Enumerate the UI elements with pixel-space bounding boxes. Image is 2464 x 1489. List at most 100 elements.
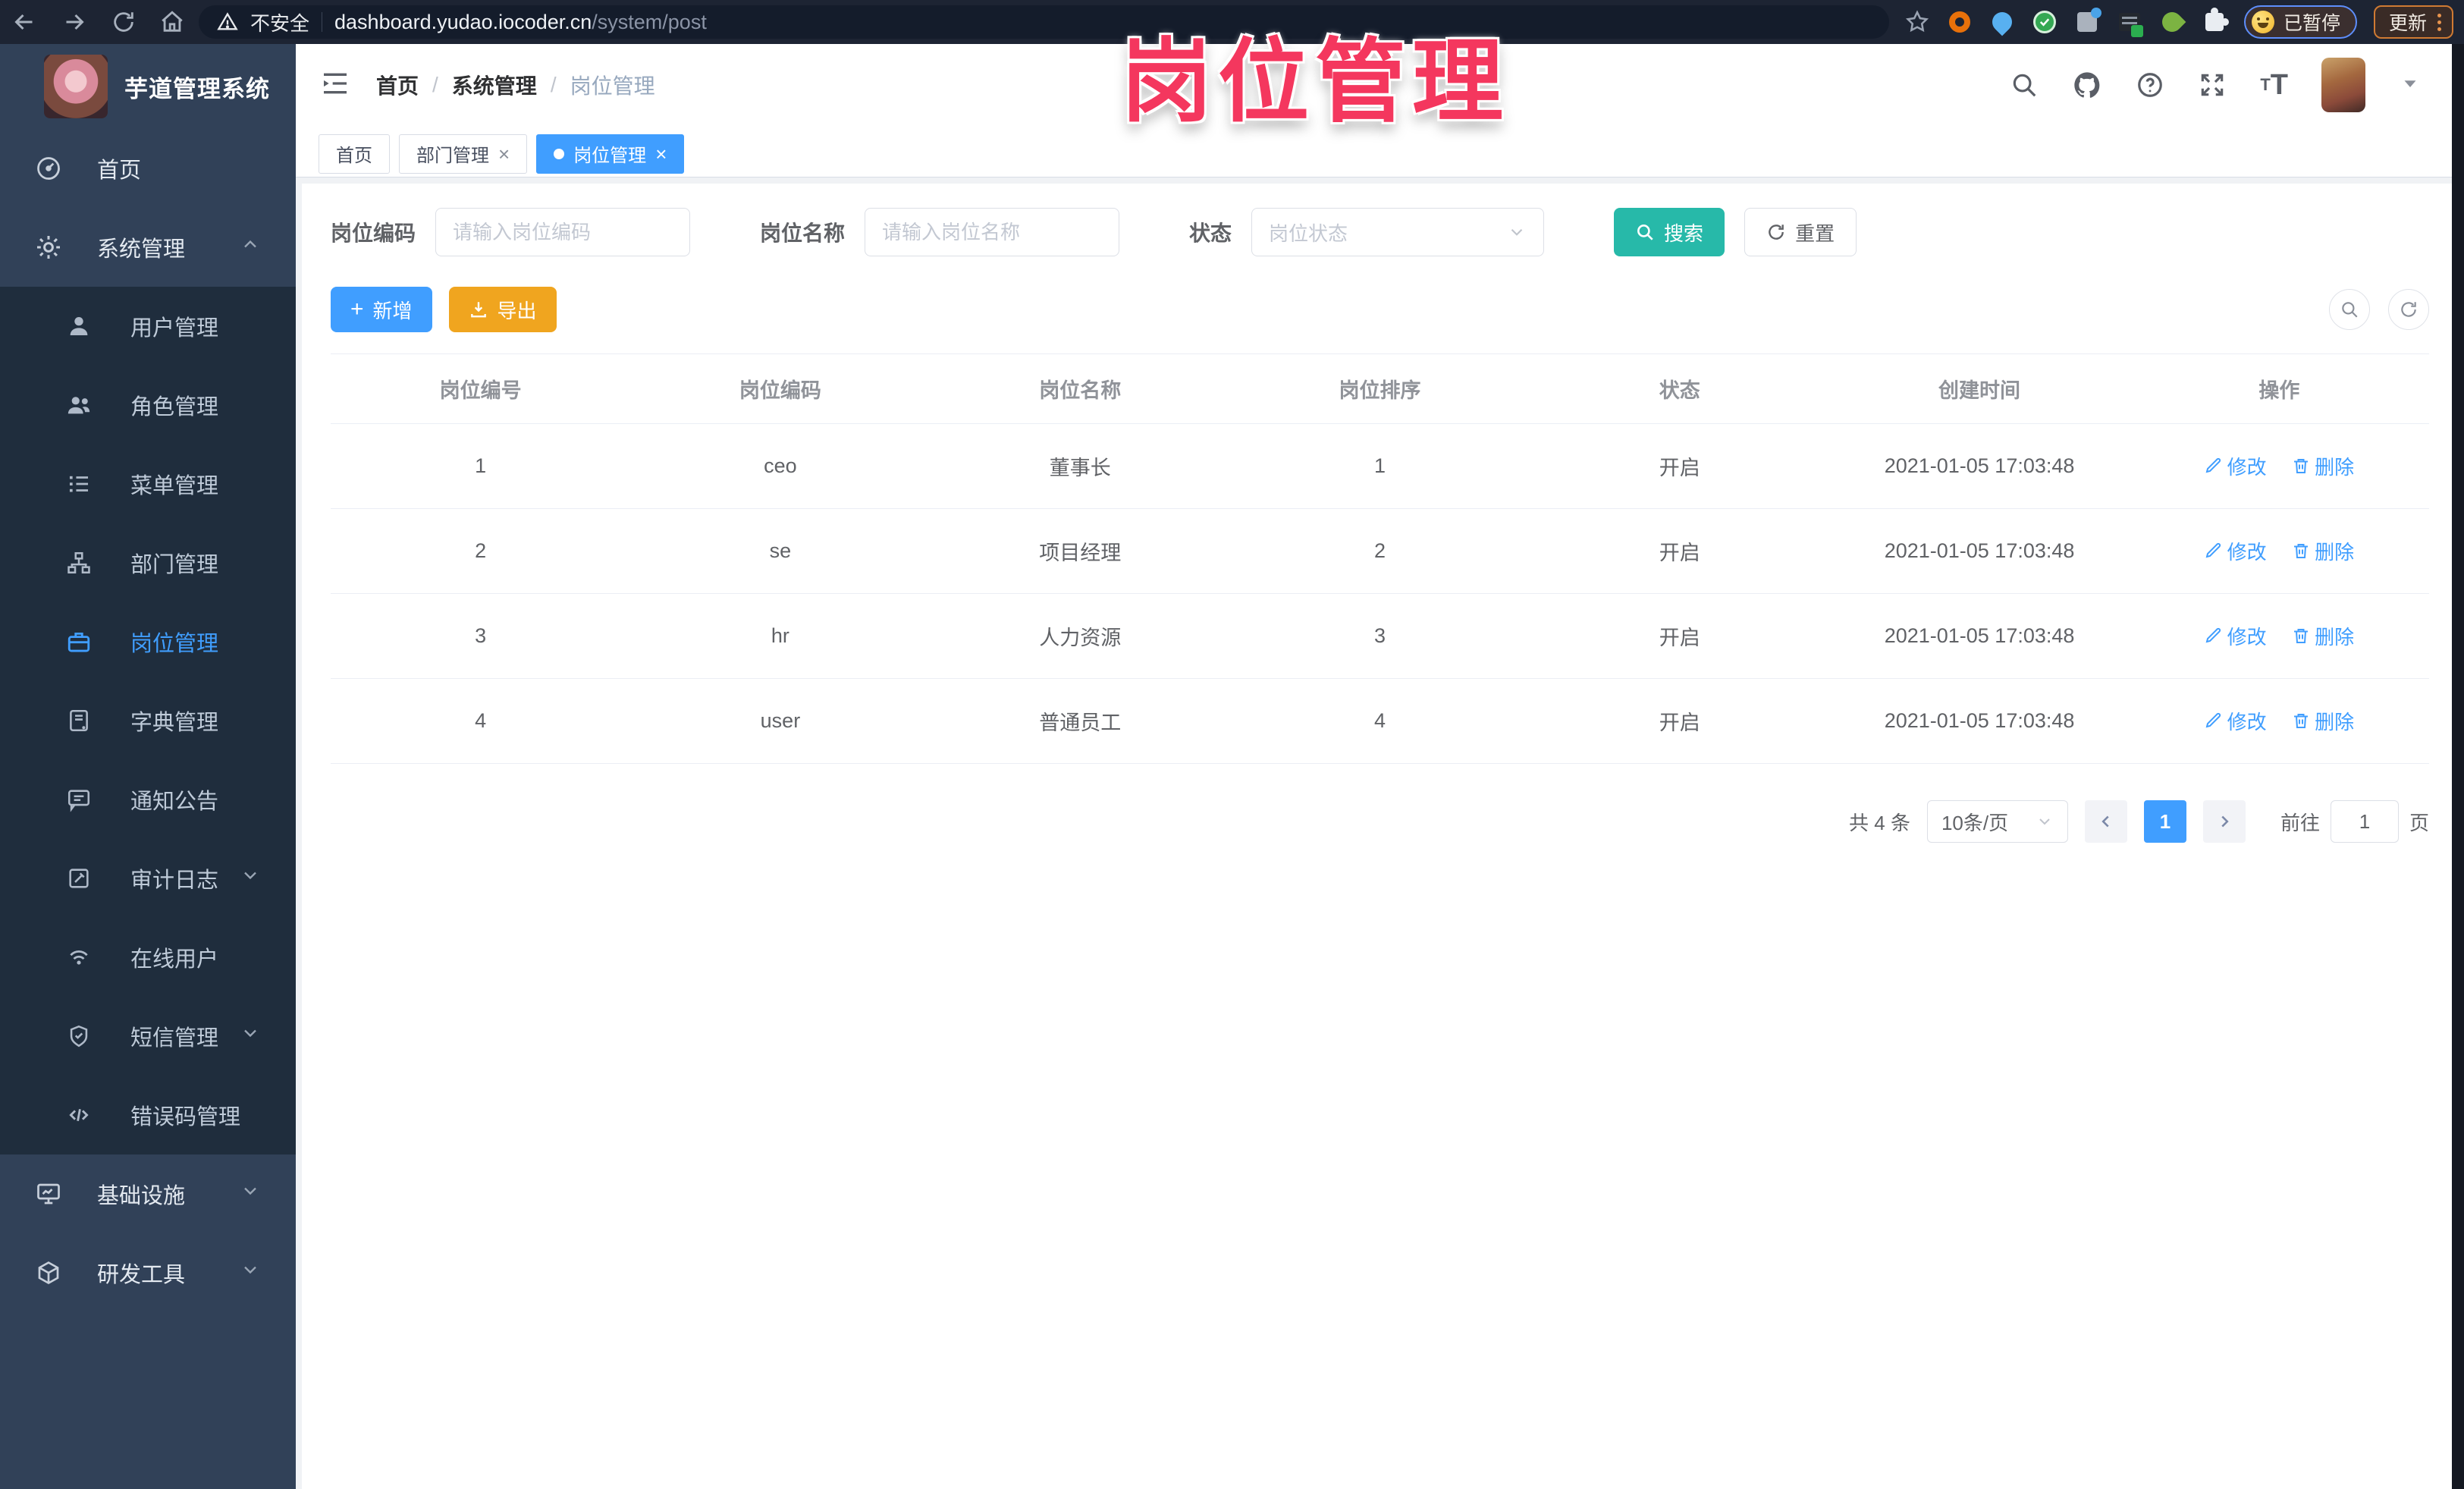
sidebar-item-post-management[interactable]: 岗位管理: [0, 602, 296, 681]
bookmark-star-icon[interactable]: [1904, 9, 1930, 35]
search-icon: [2342, 302, 2358, 318]
goto-page-input[interactable]: [2330, 800, 2399, 843]
help-icon[interactable]: [2136, 71, 2164, 99]
browser-forward-icon[interactable]: [61, 8, 88, 36]
profile-emoji-icon: [2251, 11, 2274, 33]
browser-reload-icon[interactable]: [111, 9, 137, 35]
add-button[interactable]: + 新增: [331, 287, 432, 332]
sidebar-item-home[interactable]: 首页: [0, 129, 296, 208]
edit-icon: [2205, 628, 2221, 643]
sidebar-item-dict-management[interactable]: 字典管理: [0, 681, 296, 760]
reset-button[interactable]: 重置: [1744, 208, 1857, 256]
sidebar-toggle-icon[interactable]: [320, 68, 350, 102]
browser-menu-icon[interactable]: [2437, 13, 2441, 31]
sidebar-item-user-management[interactable]: 用户管理: [0, 287, 296, 366]
edit-link[interactable]: 修改: [2205, 452, 2267, 480]
search-icon[interactable]: [2010, 71, 2039, 99]
sidebar-item-dept-management[interactable]: 部门管理: [0, 523, 296, 602]
edit-icon: [2205, 713, 2221, 728]
browser-home-icon[interactable]: [159, 9, 185, 35]
infrastructure-icon: [35, 1180, 62, 1208]
window-scrollbar[interactable]: [2452, 44, 2464, 1489]
status-value: 开启: [1530, 678, 1830, 764]
delete-link[interactable]: 删除: [2292, 622, 2354, 650]
post-name-label: 岗位名称: [760, 221, 846, 245]
post-code-input[interactable]: [435, 208, 691, 256]
security-label: 不安全: [250, 11, 310, 35]
url-bar[interactable]: 不安全 dashboard.yudao.iocoder.cn/system/po…: [199, 5, 1889, 39]
extension-grid-icon[interactable]: [2074, 8, 2101, 35]
post-name-input[interactable]: [865, 208, 1120, 256]
app-logo[interactable]: 芋道管理系统: [0, 44, 296, 129]
edit-link[interactable]: 修改: [2205, 707, 2267, 735]
chevron-down-icon: [1511, 228, 1523, 236]
toggle-search-button[interactable]: [2329, 289, 2370, 330]
refresh-table-button[interactable]: [2388, 289, 2429, 330]
post-code-label: 岗位编码: [331, 221, 416, 245]
chevron-left-icon: [2101, 815, 2109, 828]
sidebar-item-system-management[interactable]: 系统管理: [0, 208, 296, 287]
breadcrumb-system[interactable]: 系统管理: [452, 70, 537, 100]
extensions-puzzle-icon[interactable]: [2202, 8, 2229, 35]
tab-post-management[interactable]: 岗位管理 ×: [536, 134, 685, 174]
sidebar-item-online-user[interactable]: 在线用户: [0, 918, 296, 997]
edit-link[interactable]: 修改: [2205, 622, 2267, 650]
extension-sprout-icon[interactable]: [2158, 8, 2186, 36]
browser-back-icon[interactable]: [11, 8, 38, 36]
table-row: 3 hr 人力资源 3 开启 2021-01-05 17:03:48 修改 删除: [331, 593, 2429, 679]
avatar-caret-icon[interactable]: [2399, 72, 2422, 99]
refresh-icon: [2401, 302, 2416, 317]
sidebar-item-notice[interactable]: 通知公告: [0, 760, 296, 839]
logo-image: [44, 55, 108, 118]
sidebar-item-menu-management[interactable]: 菜单管理: [0, 445, 296, 523]
font-size-icon[interactable]: TT: [2260, 71, 2288, 99]
chevron-down-icon: [2039, 818, 2050, 825]
goto-label: 前往: [2280, 811, 2320, 834]
breadcrumb-home[interactable]: 首页: [376, 70, 419, 100]
search-button[interactable]: 搜索: [1614, 208, 1725, 256]
dictionary-icon: [65, 707, 93, 734]
extension-check-icon[interactable]: [2032, 9, 2058, 35]
user-avatar[interactable]: [2321, 58, 2365, 112]
tags-view-bar: 首页 部门管理 × 岗位管理 ×: [296, 126, 2464, 177]
page-size-select[interactable]: 10条/页: [1926, 800, 2068, 843]
github-icon[interactable]: [2072, 70, 2102, 100]
sidebar-item-error-code[interactable]: 错误码管理: [0, 1076, 296, 1154]
sidebar-item-dev-tools[interactable]: 研发工具: [0, 1233, 296, 1312]
export-button[interactable]: 导出: [448, 287, 557, 332]
status-select[interactable]: 岗位状态: [1251, 208, 1545, 256]
delete-link[interactable]: 删除: [2292, 452, 2354, 480]
sidebar-item-sms-management[interactable]: 短信管理: [0, 997, 296, 1076]
browser-update-button[interactable]: 更新: [2373, 5, 2453, 39]
profile-paused-badge[interactable]: 已暂停: [2243, 5, 2357, 39]
next-page-button[interactable]: [2202, 800, 2246, 843]
extension-donut-icon[interactable]: [1947, 9, 1973, 35]
refresh-icon: [1769, 225, 1784, 240]
active-tab-dot: [554, 148, 565, 159]
sidebar-item-audit-log[interactable]: 审计日志: [0, 839, 296, 918]
delete-link[interactable]: 删除: [2292, 537, 2354, 565]
sidebar-item-role-management[interactable]: 角色管理: [0, 366, 296, 445]
extension-rows-icon[interactable]: [2117, 9, 2143, 37]
edit-link[interactable]: 修改: [2205, 537, 2267, 565]
tab-home[interactable]: 首页: [319, 134, 390, 174]
sidebar-item-infrastructure[interactable]: 基础设施: [0, 1154, 296, 1233]
current-page[interactable]: 1: [2143, 800, 2186, 843]
chevron-down-icon: [240, 1259, 261, 1286]
delete-link[interactable]: 删除: [2292, 707, 2354, 735]
page-url: dashboard.yudao.iocoder.cn/system/post: [334, 10, 707, 33]
extension-pin-icon[interactable]: [1988, 8, 2017, 36]
close-icon[interactable]: ×: [655, 144, 667, 164]
post-table: 岗位编号 岗位编码 岗位名称 岗位排序 状态 创建时间 操作 1 ceo 董事长: [331, 353, 2429, 764]
fullscreen-icon[interactable]: [2198, 71, 2227, 99]
close-icon[interactable]: ×: [498, 144, 510, 164]
system-management-submenu: 用户管理 角色管理 菜单管理 部门管理 岗位管理 字典管理 通知公告 审计日志: [0, 287, 296, 1154]
breadcrumb: 首页 / 系统管理 / 岗位管理: [376, 70, 655, 100]
table-row: 4 user 普通员工 4 开启 2021-01-05 17:03:48 修改 …: [331, 678, 2429, 764]
post-management-card: 岗位编码 岗位名称 状态 岗位状态 搜索 重置: [302, 184, 2458, 1489]
tab-dept-management[interactable]: 部门管理 ×: [399, 134, 528, 174]
column-header: 岗位编码: [630, 353, 931, 424]
prev-page-button[interactable]: [2084, 800, 2127, 843]
column-header: 岗位排序: [1229, 353, 1530, 424]
column-header: 状态: [1530, 353, 1830, 424]
